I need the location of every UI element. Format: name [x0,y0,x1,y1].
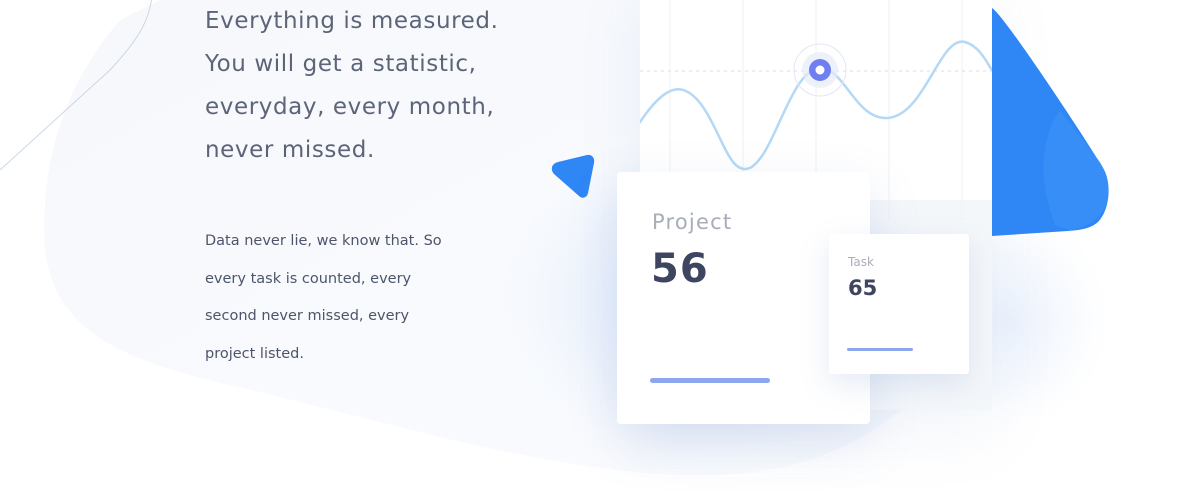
description-line: second never missed, every [205,308,410,324]
task-count: 65 [848,276,878,300]
chart-highlight-marker [793,43,847,97]
project-progress-bar [650,378,770,383]
description-line: Data never lie, we know that. So [205,233,442,249]
headline-line: never missed. [205,137,375,163]
task-label: Task [848,255,874,269]
project-label: Project [652,210,733,234]
description-paragraph: Data never lie, we know that. So every t… [205,223,442,373]
description-line: every task is counted, every [205,270,412,287]
headline-line: You will get a statistic, [205,51,477,77]
background-decoration [0,0,1120,490]
task-progress-fill [847,348,913,351]
description-line: project listed. [205,345,304,362]
headline: Everything is measured. You will get a s… [205,0,499,172]
headline-line: Everything is measured. [205,8,499,34]
headline-line: everyday, every month, [205,94,495,120]
project-count: 56 [651,246,709,292]
project-progress-fill [650,378,770,383]
task-progress-bar [847,348,913,351]
task-card[interactable]: Task 65 [829,234,969,374]
